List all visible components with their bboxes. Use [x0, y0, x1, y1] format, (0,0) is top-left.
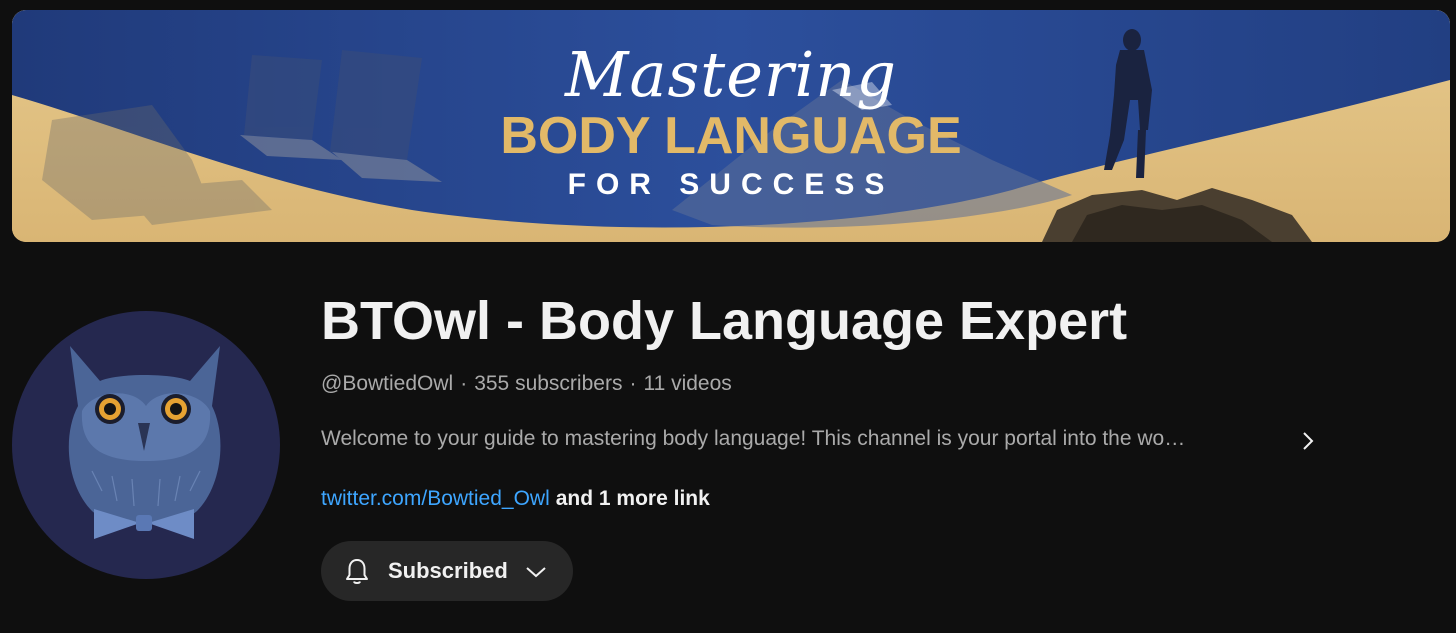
chevron-right-icon[interactable] — [1296, 429, 1320, 453]
subscriber-count: 355 subscribers — [474, 372, 623, 395]
owl-with-bowtie-icon — [68, 346, 221, 539]
banner-headline: BODY LANGUAGE — [500, 107, 962, 165]
twitter-link[interactable]: twitter.com/Bowtied_Owl — [321, 487, 550, 510]
more-links-button[interactable]: and 1 more link — [556, 487, 710, 510]
channel-meta: @BowtiedOwl · 355 subscribers · 11 videos — [321, 372, 732, 396]
bell-icon — [346, 559, 368, 584]
channel-description[interactable]: Welcome to your guide to mastering body … — [321, 427, 1185, 451]
channel-title: BTOwl - Body Language Expert — [321, 291, 1128, 351]
channel-handle: @BowtiedOwl — [321, 372, 454, 395]
subscribed-button[interactable]: Subscribed — [321, 541, 573, 601]
channel-banner: Mastering BODY LANGUAGE FOR SUCCESS — [12, 10, 1450, 242]
channel-avatar[interactable] — [12, 311, 280, 579]
subscribed-label: Subscribed — [388, 558, 508, 583]
meta-separator: · — [460, 372, 468, 395]
chevron-down-icon — [526, 567, 546, 578]
banner-script-text: Mastering — [565, 38, 897, 111]
banner-subheadline: FOR SUCCESS — [567, 168, 895, 201]
channel-links: twitter.com/Bowtied_Owl and 1 more link — [321, 487, 710, 511]
meta-separator: · — [629, 372, 637, 395]
video-count: 11 videos — [643, 372, 732, 395]
